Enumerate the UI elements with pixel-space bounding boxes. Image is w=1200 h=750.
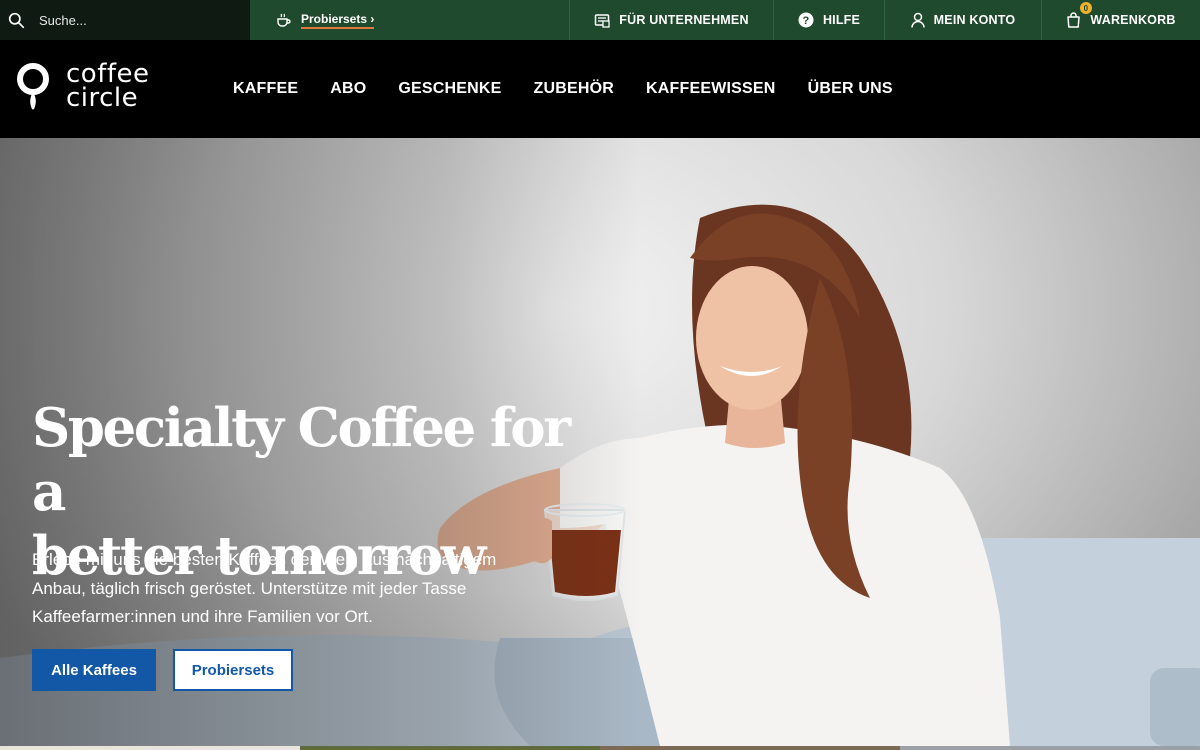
next-section-preview: [0, 746, 1200, 750]
brand-wordmark: coffee circle: [66, 61, 150, 113]
search-icon[interactable]: [8, 12, 25, 29]
hero-description-line3: Kaffeefarmer:innen und ihre Familien vor…: [32, 607, 373, 626]
svg-text:?: ?: [802, 15, 809, 27]
hero-description: Erlebe mit uns die besten Kaffees der We…: [32, 546, 552, 632]
preview-tile: [600, 746, 900, 750]
hero-description-line2: Anbau, täglich frisch geröstet. Unterstü…: [32, 578, 467, 598]
user-icon: [910, 12, 925, 28]
shopping-bag-icon: [1067, 12, 1081, 28]
help-icon: ?: [798, 12, 814, 28]
preview-tile: [0, 746, 300, 750]
nav-item-kaffee[interactable]: KAFFEE: [233, 80, 298, 98]
hero-title-line1: Specialty Coffee for a: [32, 397, 571, 523]
all-coffees-button[interactable]: Alle Kaffees: [32, 649, 156, 691]
nav-item-abo[interactable]: ABO: [330, 80, 366, 98]
account-link[interactable]: MEIN KONTO: [885, 0, 1042, 40]
hero-banner: Specialty Coffee for a better tomorrow E…: [0, 138, 1200, 746]
cart-link[interactable]: 0 WARENKORB: [1042, 0, 1200, 40]
help-label: HILFE: [822, 13, 861, 27]
cart-label: WARENKORB: [1090, 13, 1176, 27]
nav-item-ueber-uns[interactable]: ÜBER UNS: [808, 80, 893, 98]
search-input[interactable]: [39, 12, 229, 28]
utility-bar: Probiersets › FÜR UNTERNEHMEN ? HILFE ME…: [0, 0, 1200, 40]
preview-tile: [300, 746, 600, 750]
company-link[interactable]: FÜR UNTERNEHMEN: [570, 0, 774, 40]
probiersets-link[interactable]: Probiersets ›: [301, 12, 375, 29]
company-label: FÜR UNTERNEHMEN: [619, 13, 749, 27]
account-label: MEIN KONTO: [933, 13, 1016, 27]
coffee-circle-logo-icon: [17, 63, 49, 110]
nav-item-geschenke[interactable]: GESCHENKE: [398, 80, 501, 98]
cart-count-badge: 0: [1080, 2, 1092, 14]
primary-menu: KAFFEE ABO GESCHENKE ZUBEHÖR KAFFEEWISSE…: [233, 80, 925, 98]
company-icon: [595, 13, 610, 28]
hero-description-line1: Erlebe mit uns die besten Kaffees der We…: [32, 550, 497, 569]
probiersets-button[interactable]: Probiersets: [173, 649, 293, 691]
nav-item-zubehoer[interactable]: ZUBEHÖR: [534, 80, 615, 98]
brand-wordmark-line2: circle: [66, 83, 139, 113]
nav-item-kaffeewissen[interactable]: KAFFEEWISSEN: [646, 80, 776, 98]
coffee-cup-icon: [277, 13, 291, 27]
preview-tile: [900, 746, 1200, 750]
main-navigation: coffee circle KAFFEE ABO GESCHENKE ZUBEH…: [0, 40, 1200, 138]
brand-logo[interactable]: coffee circle: [16, 61, 150, 113]
search-box[interactable]: [0, 0, 250, 40]
help-link[interactable]: ? HILFE: [774, 0, 885, 40]
probiersets-promo: Probiersets ›: [250, 0, 570, 40]
